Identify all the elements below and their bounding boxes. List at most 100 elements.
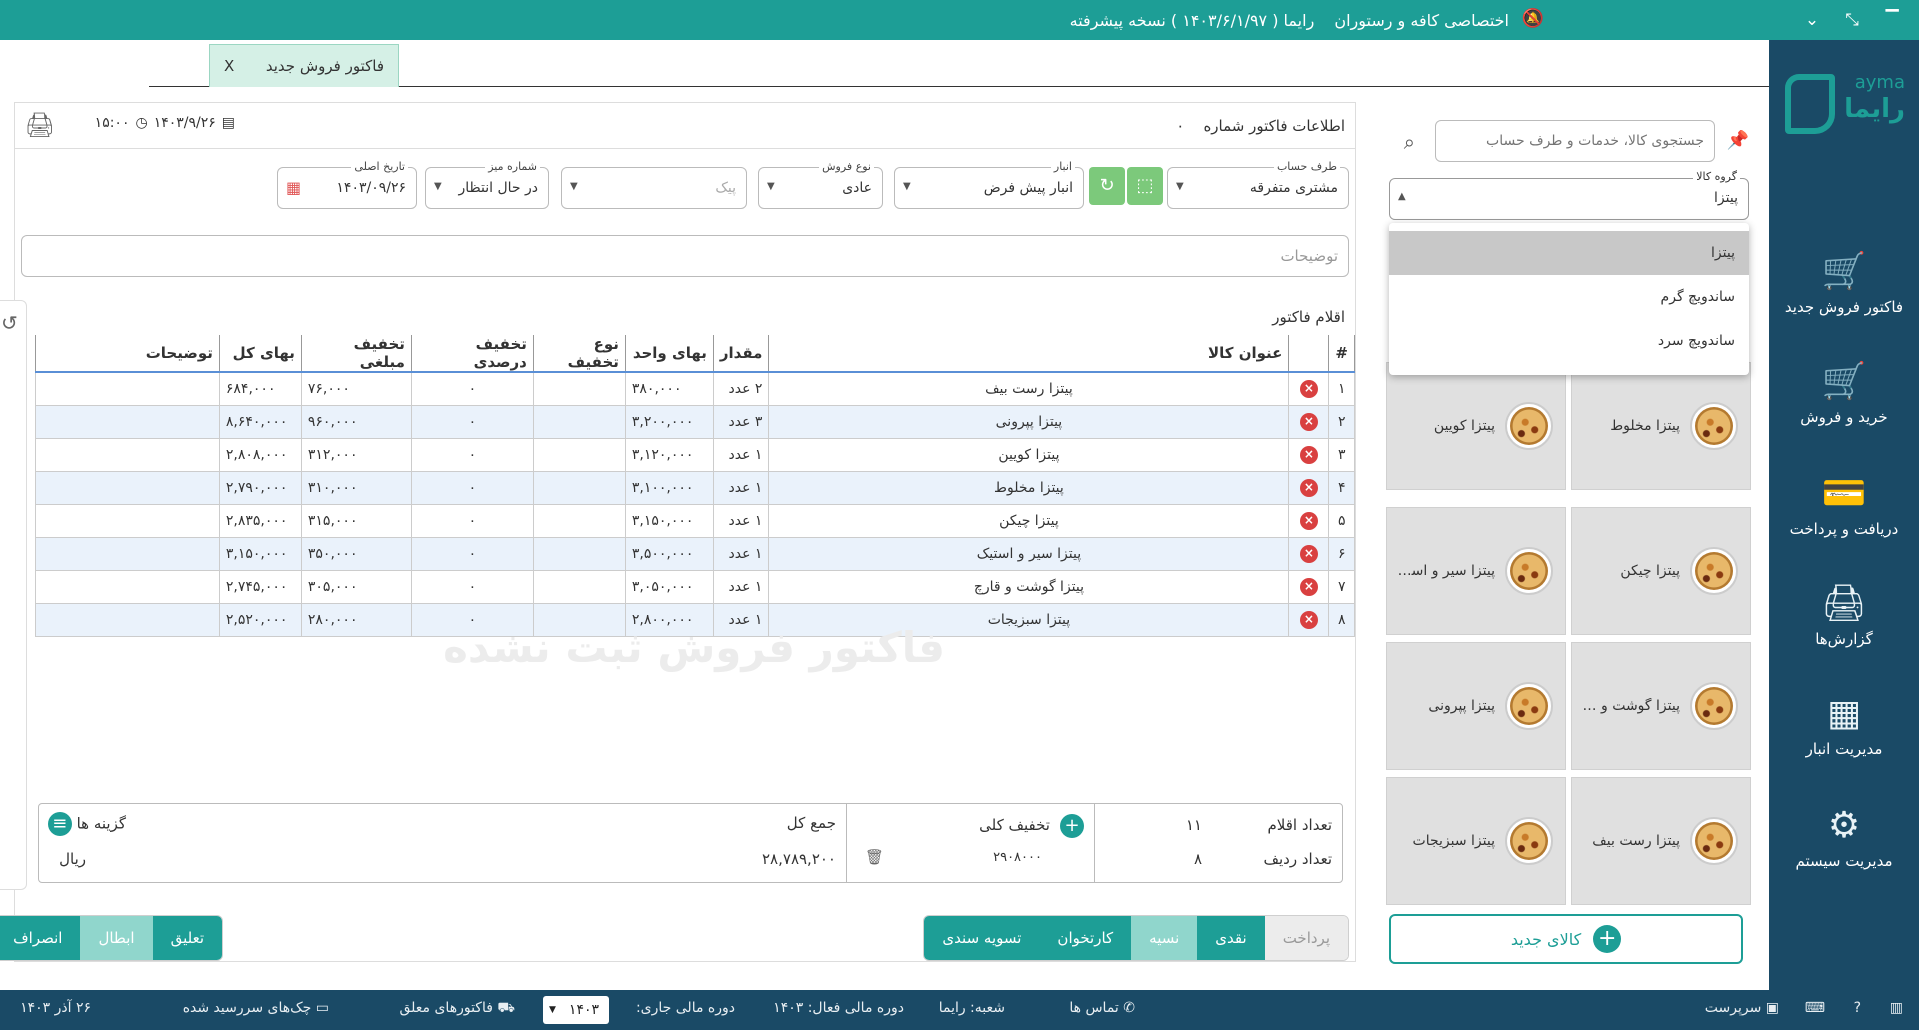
table-row[interactable]: ۳ × پیتزا کویین ۱ عدد ۳,۱۲۰,۰۰۰ ۰ ۳۱۲,۰۰۰ ۲,۸۰۸… bbox=[36, 437, 1356, 472]
goods-tile[interactable]: پیتزا کویین bbox=[1387, 362, 1567, 490]
col-index[interactable]: # bbox=[1329, 335, 1356, 373]
card-reader-button[interactable]: کارتخوان bbox=[1040, 916, 1133, 960]
row-unit-price[interactable]: ۳,۰۵۰,۰۰۰ bbox=[625, 569, 715, 604]
table-row[interactable]: ۱ × پیتزا رست بیف ۲ عدد ۳۸۰,۰۰۰ ۰ ۷۶,۰۰۰ ۶۸۴,۰۰… bbox=[36, 371, 1356, 406]
delete-row-icon[interactable]: × bbox=[1300, 610, 1319, 629]
void-button[interactable]: ابطال bbox=[81, 916, 154, 960]
col-total[interactable]: بهای کل bbox=[219, 335, 303, 373]
sidebar-item-reports[interactable]: 🖨 گزارش‌ها bbox=[1770, 582, 1920, 648]
row-discount-amount[interactable]: ۳۰۵,۰۰۰ bbox=[301, 569, 413, 604]
delete-row-icon[interactable]: × bbox=[1300, 445, 1319, 464]
invoice-datetime[interactable]: ▤ ۱۴۰۳/۹/۲۶ ◷ ۱۵:۰۰ bbox=[96, 115, 236, 131]
row-qty[interactable]: ۱ عدد bbox=[713, 503, 771, 538]
row-notes[interactable] bbox=[36, 404, 221, 439]
col-qty[interactable]: مقدار bbox=[713, 335, 771, 373]
row-total[interactable]: ۲,۸۰۸,۰۰۰ bbox=[219, 437, 303, 472]
calendar-icon[interactable]: ▦ bbox=[287, 178, 302, 197]
goods-tile[interactable]: پیتزا رست بیف bbox=[1572, 777, 1752, 905]
minimize-icon[interactable]: ▔ bbox=[1880, 10, 1906, 30]
row-qty[interactable]: ۱ عدد bbox=[713, 569, 771, 604]
search-icon[interactable]: ⌕ bbox=[1405, 130, 1416, 154]
row-discount-type[interactable] bbox=[533, 569, 627, 604]
due-checks-link[interactable]: ▭ چک‌های سررسید شده bbox=[184, 1000, 330, 1016]
row-discount-type[interactable] bbox=[533, 470, 627, 505]
delete-row-icon[interactable]: × bbox=[1300, 478, 1319, 497]
bell-muted-icon[interactable]: 🔕 bbox=[1523, 8, 1545, 29]
row-title[interactable]: پیتزا گوشت و قارچ bbox=[769, 569, 1291, 604]
row-unit-price[interactable]: ۳,۱۰۰,۰۰۰ bbox=[625, 470, 715, 505]
pay-button[interactable]: پرداخت bbox=[1265, 916, 1349, 960]
col-discount-amount[interactable]: تخفیف مبلغی bbox=[301, 335, 413, 373]
goods-tile[interactable]: پیتزا سیر و استی... bbox=[1387, 507, 1567, 635]
delete-row-icon[interactable]: × bbox=[1300, 577, 1319, 596]
dropdown-option[interactable]: ساندویچ سرد bbox=[1390, 319, 1750, 363]
sidebar-item-system[interactable]: ⚙ مدیریت سیستم bbox=[1770, 804, 1920, 870]
row-unit-price[interactable]: ۳,۲۰۰,۰۰۰ bbox=[625, 404, 715, 439]
pending-invoices-link[interactable]: ⛟ فاکتورهای معلق bbox=[400, 1000, 516, 1018]
row-index[interactable]: ۱ bbox=[1329, 371, 1356, 406]
row-total[interactable]: ۳,۱۵۰,۰۰۰ bbox=[219, 536, 303, 571]
document-settlement-button[interactable]: تسویه سندی bbox=[925, 916, 1041, 960]
account-select[interactable]: طرف حساب مشتری متفرقه ▼ bbox=[1168, 160, 1350, 209]
goods-tile[interactable]: پیتزا مخلوط bbox=[1572, 362, 1752, 490]
original-date-field[interactable]: تاریخ اصلی ۱۴۰۳/۰۹/۲۶ ▦ bbox=[278, 160, 418, 209]
goods-tile[interactable]: پیتزا گوشت و قا... bbox=[1572, 642, 1752, 770]
row-discount-percent[interactable]: ۰ bbox=[411, 503, 535, 538]
col-unit-price[interactable]: بهای واحد bbox=[625, 335, 715, 373]
table-row[interactable]: ۶ × پیتزا سیر و استیک ۱ عدد ۳,۵۰۰,۰۰۰ ۰ ۳۵۰,۰۰… bbox=[36, 536, 1356, 571]
suspend-button[interactable]: تعلیق bbox=[153, 916, 223, 960]
row-discount-percent[interactable]: ۰ bbox=[411, 437, 535, 472]
row-discount-type[interactable] bbox=[533, 437, 627, 472]
delete-row-icon[interactable]: × bbox=[1300, 412, 1319, 431]
row-total[interactable]: ۶۸۴,۰۰۰ bbox=[219, 371, 303, 406]
table-row[interactable]: ۵ × پیتزا چیکن ۱ عدد ۳,۱۵۰,۰۰۰ ۰ ۳۱۵,۰۰۰ ۲,۸۳۵,… bbox=[36, 503, 1356, 538]
row-notes[interactable] bbox=[36, 602, 221, 637]
row-title[interactable]: پیتزا رست بیف bbox=[769, 371, 1291, 406]
col-discount-type[interactable]: نوع تخفیف bbox=[533, 335, 627, 373]
dropdown-option[interactable]: ساندویچ گرم bbox=[1390, 275, 1750, 319]
sidebar-item-payments[interactable]: 💳 دریافت و پرداخت bbox=[1770, 472, 1920, 538]
row-total[interactable]: ۸,۶۴۰,۰۰۰ bbox=[219, 404, 303, 439]
sidebar-item-purchase-sale[interactable]: 🛒 خرید و فروش bbox=[1770, 360, 1920, 426]
new-good-button[interactable]: + کالای جدید bbox=[1390, 914, 1744, 964]
tab-close-icon[interactable]: X bbox=[225, 57, 235, 75]
warehouse-select[interactable]: انبار انبار پیش فرض ▼ bbox=[895, 160, 1085, 209]
row-discount-percent[interactable]: ۰ bbox=[411, 536, 535, 571]
sale-type-select[interactable]: نوع فروش عادی ▼ bbox=[759, 160, 884, 209]
row-index[interactable]: ۳ bbox=[1329, 437, 1356, 472]
row-discount-percent[interactable]: ۰ bbox=[411, 569, 535, 604]
trash-icon[interactable]: 🗑 bbox=[866, 848, 885, 866]
sidebar-item-warehouse[interactable]: ▦ مدیریت انبار bbox=[1770, 692, 1920, 758]
row-title[interactable]: پیتزا پپرونی bbox=[769, 404, 1291, 439]
col-notes[interactable]: توضیحات bbox=[36, 335, 221, 373]
row-discount-amount[interactable]: ۳۱۵,۰۰۰ bbox=[301, 503, 413, 538]
goods-group-select[interactable]: گروه کالا پیتزا ▲ bbox=[1390, 170, 1750, 220]
restore-icon[interactable]: ⤡ bbox=[1840, 10, 1866, 30]
keyboard-icon[interactable]: ⌨ bbox=[1806, 1000, 1826, 1016]
history-drawer-handle[interactable]: ↺ bbox=[0, 300, 28, 890]
row-unit-price[interactable]: ۳۸۰,۰۰۰ bbox=[625, 371, 715, 406]
chevron-down-icon[interactable]: ⌄ bbox=[1800, 10, 1826, 30]
table-row[interactable]: ۷ × پیتزا گوشت و قارچ ۱ عدد ۳,۰۵۰,۰۰۰ ۰ ۳۰۵,۰۰… bbox=[36, 569, 1356, 604]
row-qty[interactable]: ۱ عدد bbox=[713, 437, 771, 472]
delete-row-icon[interactable]: × bbox=[1300, 544, 1319, 563]
col-title[interactable]: عنوان کالا bbox=[769, 335, 1291, 373]
row-delete[interactable]: × bbox=[1289, 536, 1331, 571]
fiscal-year-select[interactable]: ۱۴۰۳ ▼ bbox=[544, 996, 610, 1024]
description-field[interactable]: توضیحات bbox=[22, 235, 1350, 277]
row-index[interactable]: ۲ bbox=[1329, 404, 1356, 439]
dropdown-option[interactable]: پیتزا bbox=[1390, 231, 1750, 275]
row-discount-percent[interactable]: ۰ bbox=[411, 470, 535, 505]
row-notes[interactable] bbox=[36, 536, 221, 571]
row-index[interactable]: ۴ bbox=[1329, 470, 1356, 505]
history-button[interactable]: ↻ bbox=[1090, 167, 1126, 205]
goods-tile[interactable]: پیتزا چیکن bbox=[1572, 507, 1752, 635]
delete-row-icon[interactable]: × bbox=[1300, 379, 1319, 398]
row-title[interactable]: پیتزا چیکن bbox=[769, 503, 1291, 538]
row-total[interactable]: ۲,۷۹۰,۰۰۰ bbox=[219, 470, 303, 505]
row-discount-amount[interactable]: ۷۶,۰۰۰ bbox=[301, 371, 413, 406]
row-discount-amount[interactable]: ۲۸۰,۰۰۰ bbox=[301, 602, 413, 637]
row-total[interactable]: ۲,۸۳۵,۰۰۰ bbox=[219, 503, 303, 538]
row-discount-amount[interactable]: ۳۱۲,۰۰۰ bbox=[301, 437, 413, 472]
row-discount-percent[interactable]: ۰ bbox=[411, 371, 535, 406]
